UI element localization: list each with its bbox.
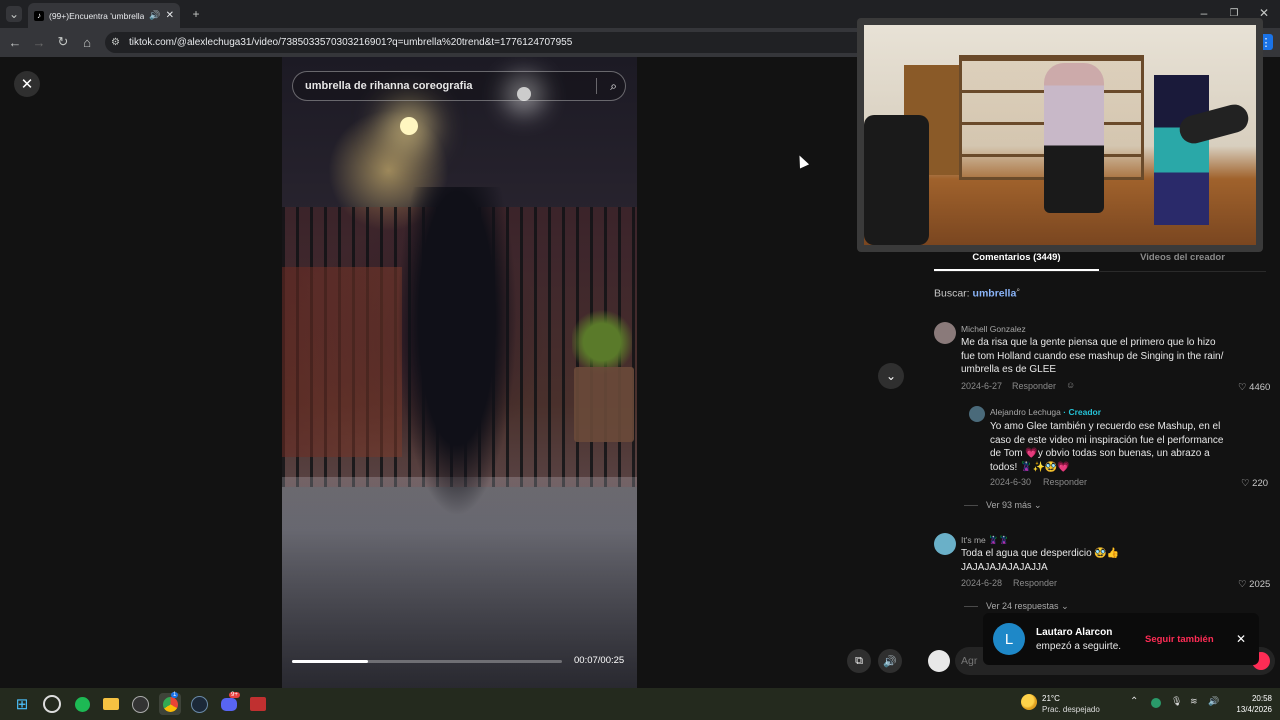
view-more-replies[interactable]: Ver 93 más ⌄ — [986, 500, 1042, 511]
webcam-scene — [864, 25, 1256, 245]
search-query: umbrella de rihanna coreografia — [305, 80, 473, 92]
folder-icon[interactable] — [100, 693, 122, 715]
comment-likes[interactable]: ♡ 4460 — [1238, 382, 1270, 393]
tab-close-icon[interactable]: ✕ — [166, 10, 174, 21]
tab-comments[interactable]: Comentarios (3449) — [934, 252, 1099, 263]
video-wall — [282, 267, 402, 457]
search-hint: Buscar: umbrella⌕ — [934, 287, 1020, 300]
speaker-icon: 🔊 — [149, 10, 161, 20]
divider — [964, 505, 978, 506]
reload-icon[interactable]: ↻ — [54, 33, 72, 51]
avatar[interactable] — [934, 322, 956, 344]
chevron-up-icon[interactable]: ⌃ — [1130, 696, 1138, 707]
comment-date: 2024-6-27 — [961, 381, 1003, 391]
comment-author[interactable]: It's me 🦹🦹 — [961, 535, 1009, 546]
forward-icon[interactable]: → — [30, 33, 48, 51]
webcam-person — [1044, 63, 1104, 213]
wifi-icon[interactable]: ≋ — [1190, 696, 1198, 707]
search-small-icon: ⌕ — [1016, 287, 1021, 294]
video-street-lamp — [400, 117, 418, 135]
windows-start-icon[interactable]: ⊞ — [11, 693, 33, 715]
reply-button[interactable]: Responder — [1012, 381, 1056, 391]
close-icon: ✕ — [20, 76, 34, 93]
comment-likes[interactable]: ♡ 220 — [1241, 478, 1268, 489]
emoji-react-icon[interactable]: ☺ — [1066, 380, 1075, 390]
follow-back-button[interactable]: Seguir también — [1145, 634, 1214, 645]
spotify-icon[interactable] — [71, 693, 93, 715]
creator-badge: · Creador — [1063, 407, 1102, 417]
site-info-icon[interactable]: ⚙ — [111, 37, 120, 48]
my-avatar[interactable] — [928, 650, 950, 672]
volume-icon[interactable]: 🔊 — [878, 649, 902, 673]
comment-author[interactable]: Michell Gonzalez — [961, 324, 1026, 334]
tab-divider — [934, 271, 1266, 272]
search-hint-term[interactable]: umbrella — [973, 288, 1017, 300]
comment-author[interactable]: Alejandro Lechuga · Creador — [990, 407, 1101, 417]
comment-likes[interactable]: ♡ 2025 — [1238, 579, 1270, 590]
comment-date: 2024-6-30 — [990, 477, 1032, 487]
chevron-down-icon: ⌄ — [1061, 601, 1069, 611]
avatar[interactable] — [934, 533, 956, 555]
webcam-chair — [864, 115, 929, 245]
avatar[interactable] — [969, 406, 985, 422]
clock-time[interactable]: 20:58 — [1230, 694, 1272, 703]
video-dancer — [397, 187, 517, 517]
url-text: tiktok.com/@alexlechuga31/video/73850335… — [129, 37, 573, 48]
notification-name[interactable]: Lautaro Alarcon — [1036, 627, 1112, 638]
view-more-replies[interactable]: Ver 24 respuestas ⌄ — [986, 601, 1069, 612]
discord-badge: 9+ — [229, 692, 240, 698]
picture-in-picture-icon[interactable]: ⧉ — [847, 649, 871, 673]
close-icon[interactable]: ✕ — [1236, 632, 1246, 646]
steam-icon[interactable] — [188, 693, 210, 715]
tab-search-chevron-icon[interactable]: ⌄ — [6, 6, 22, 22]
video-player[interactable] — [282, 57, 637, 688]
weather-desc: Prac. despejado — [1042, 705, 1100, 714]
reply-button[interactable]: Responder — [1043, 477, 1087, 487]
back-icon[interactable]: ← — [6, 33, 24, 51]
video-search-input[interactable]: umbrella de rihanna coreografia — [292, 71, 626, 101]
next-video-button[interactable]: ⌄ — [878, 363, 904, 389]
browser-tab[interactable]: ♪ (99+)Encuentra 'umbrella t 🔊 ✕ — [28, 3, 180, 28]
tab-active-underline — [934, 269, 1099, 271]
new-tab-icon[interactable]: + — [188, 6, 204, 22]
heart-icon: ♡ — [1241, 478, 1250, 489]
search-icon[interactable]: ⌕ — [596, 78, 617, 94]
comment-text: Toda el agua que desperdicio 🥸👍 JAJAJAJA… — [961, 548, 1120, 573]
streaming-app-icon[interactable] — [247, 693, 269, 715]
notification-message: empezó a seguirte. — [1036, 641, 1122, 652]
comment-date: 2024-6-28 — [961, 578, 1003, 588]
avatar[interactable]: L — [993, 623, 1025, 655]
speaker-icon[interactable]: 🔊 — [1208, 696, 1219, 707]
tiktok-favicon-icon: ♪ — [34, 10, 44, 21]
comment-text: Me da risa que la gente piensa que el pr… — [961, 337, 1224, 375]
webcam-figure — [1154, 75, 1209, 225]
comment-text: Yo amo Glee también y recuerdo ese Mashu… — [990, 421, 1224, 473]
heart-icon: ♡ — [1238, 382, 1247, 393]
weather-temp: 21°C — [1042, 694, 1060, 703]
reply-button[interactable]: Responder — [1013, 578, 1057, 588]
clock-date[interactable]: 13/4/2026 — [1222, 705, 1272, 714]
tab-creator-videos[interactable]: Videos del creador — [1100, 252, 1265, 263]
microphone-icon[interactable]: 🎙 — [1171, 696, 1182, 707]
divider — [964, 606, 978, 607]
close-video-button[interactable]: ✕ — [14, 71, 40, 97]
video-progress-fill — [292, 660, 368, 663]
security-icon[interactable] — [1151, 698, 1161, 708]
app-4k-icon[interactable] — [129, 693, 151, 715]
heart-icon: ♡ — [1238, 579, 1247, 590]
search-hint-label: Buscar: — [934, 287, 970, 300]
tab-title: (99+)Encuentra 'umbrella t — [49, 10, 145, 21]
weather-icon[interactable] — [1021, 694, 1037, 710]
app-icon[interactable] — [41, 693, 63, 715]
video-pot — [574, 367, 634, 442]
chevron-down-icon: ⌄ — [1034, 500, 1042, 510]
chevron-down-icon: ⌄ — [885, 369, 897, 383]
video-time: 00:07/00:25 — [574, 655, 625, 666]
home-icon[interactable]: ⌂ — [78, 33, 96, 51]
